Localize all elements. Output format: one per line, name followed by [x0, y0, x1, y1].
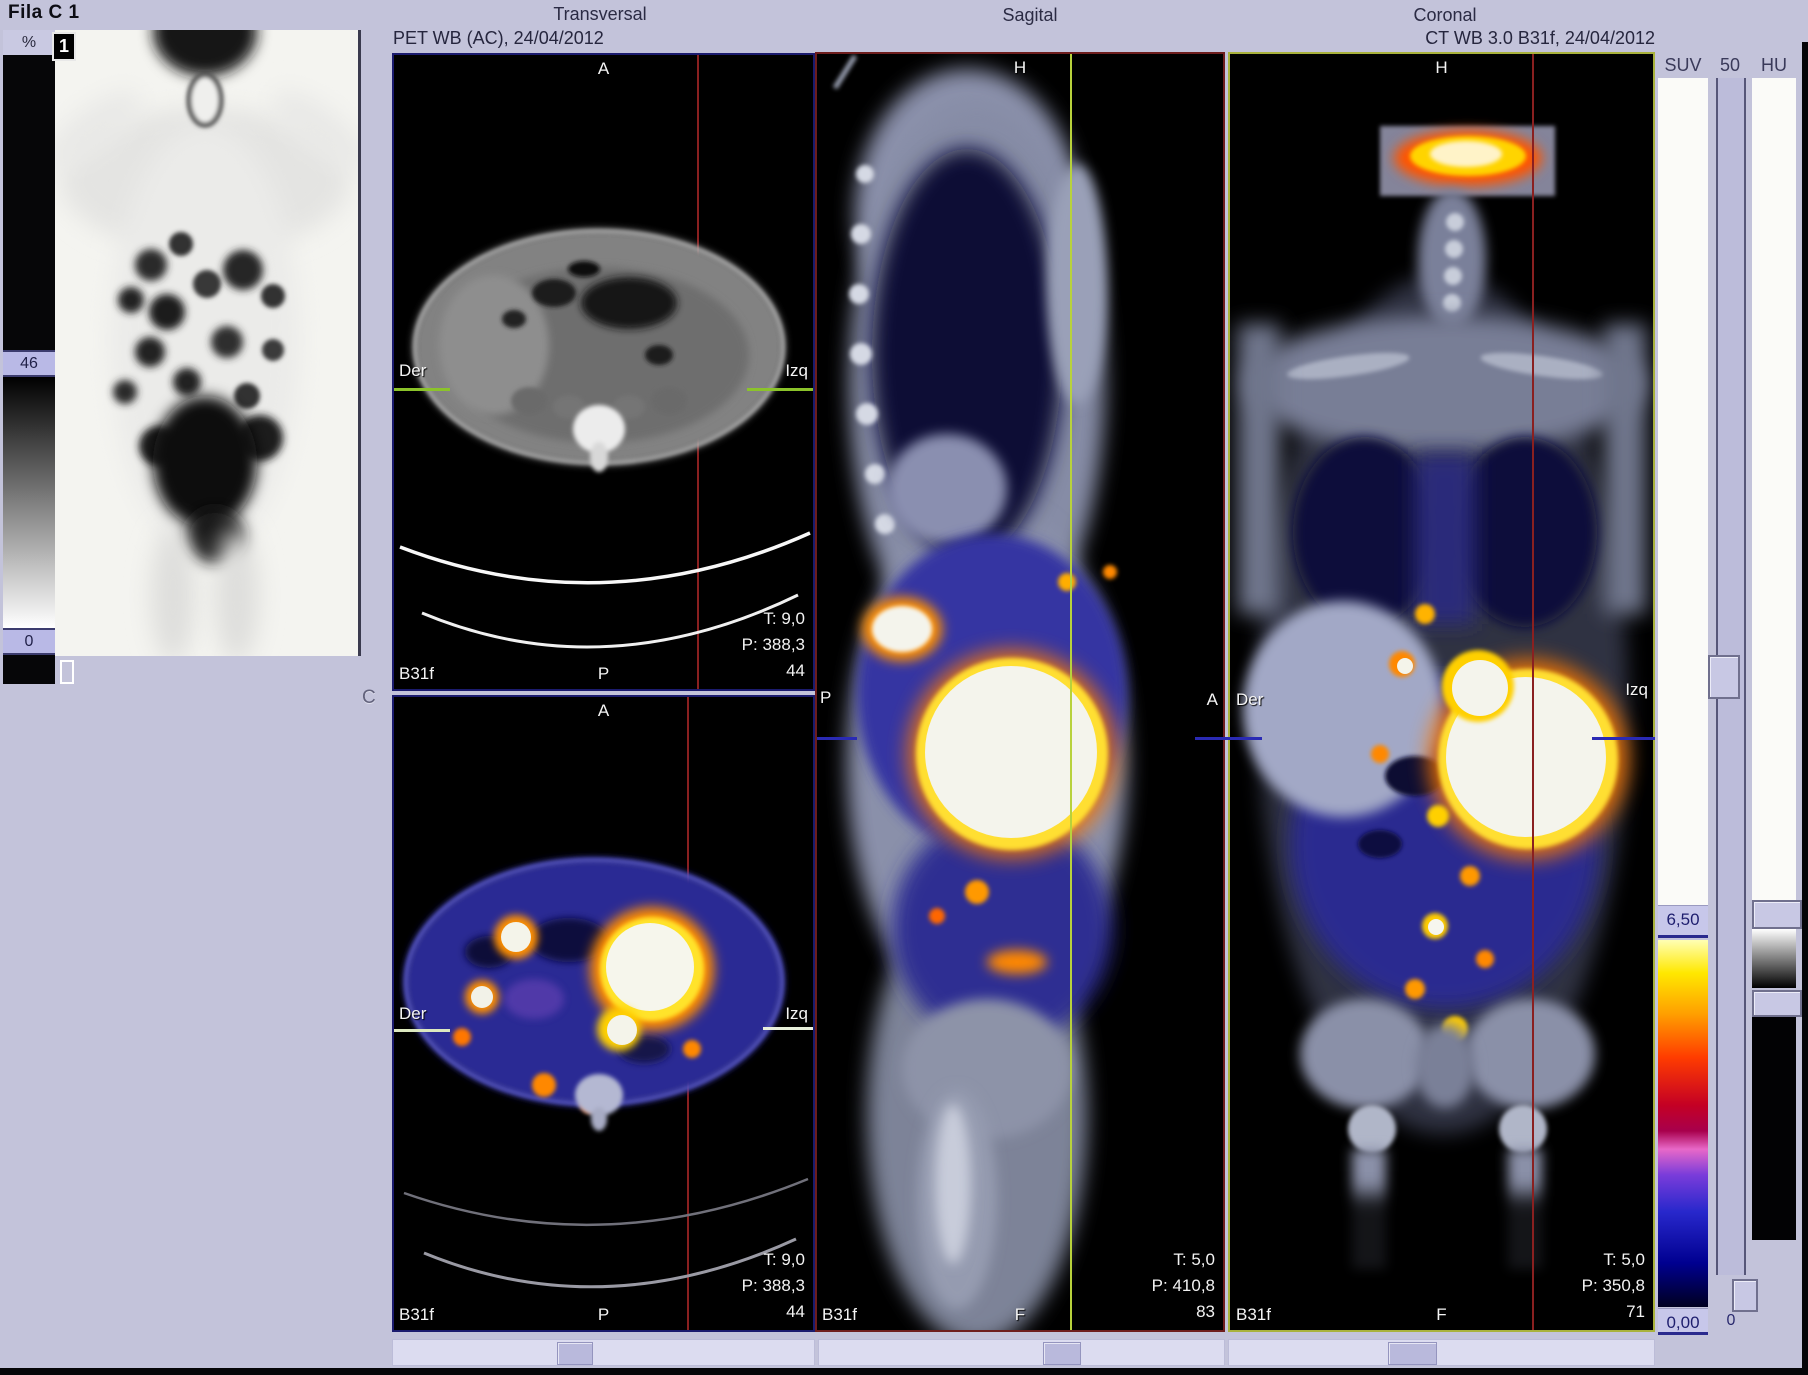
hu-gray-scale[interactable]	[1752, 929, 1796, 988]
mip-gray-gradient[interactable]	[3, 377, 55, 628]
right-edge-strip	[1802, 42, 1808, 1368]
orientation-right-label: Izq	[1625, 680, 1648, 700]
mip-scale-lower-track[interactable]	[3, 655, 55, 684]
scrollbar-thumb[interactable]	[557, 1342, 593, 1365]
orientation-left-label: P	[820, 688, 831, 708]
orientation-right-label: Izq	[785, 361, 808, 381]
orientation-bottom-label: P	[598, 1305, 609, 1325]
orientation-top-label: H	[1014, 58, 1026, 78]
orientation-right-label: Izq	[785, 1004, 808, 1024]
sagittal-scrollbar[interactable]	[818, 1339, 1225, 1366]
orientation-left-label: Der	[1236, 690, 1263, 710]
orientation-top-label: H	[1435, 58, 1447, 78]
suv-max-value[interactable]: 6,50	[1658, 905, 1708, 938]
slice-stats: T: 5,0 P: 350,8 71	[1582, 1247, 1645, 1325]
thickness-label: T: 5,0	[1152, 1247, 1215, 1273]
fused-sagittal-image	[817, 54, 1223, 1330]
scrollbar-thumb[interactable]	[1388, 1342, 1437, 1365]
position-label: P: 388,3	[742, 1273, 805, 1299]
orientation-left-label: Der	[399, 361, 426, 381]
recon-kernel-label: B31f	[822, 1305, 857, 1325]
thickness-label: T: 9,0	[742, 606, 805, 632]
hu-slider-track[interactable]	[1752, 78, 1796, 900]
slice-stats: T: 9,0 P: 388,3 44	[742, 1247, 805, 1325]
mip-wholebody-image	[55, 30, 358, 656]
hu-upper-handle[interactable]	[1752, 900, 1802, 929]
left-axis-tick	[394, 388, 450, 391]
slice-number-label: 44	[742, 658, 805, 684]
right-axis-tick	[747, 388, 813, 391]
mip-scale-knob[interactable]	[60, 660, 74, 684]
mip-scale-min-value[interactable]: 0	[3, 628, 55, 655]
orientation-top-label: A	[598, 59, 609, 79]
mip-image-viewport[interactable]	[55, 30, 361, 656]
ct-series-label: CT WB 3.0 B31f, 24/04/2012	[1425, 28, 1655, 49]
slice-number-label: 71	[1582, 1299, 1645, 1325]
orientation-bottom-label: F	[1015, 1305, 1025, 1325]
coronal-scrollbar[interactable]	[1228, 1339, 1655, 1366]
hu-lower-handle[interactable]	[1752, 990, 1802, 1017]
coronal-column-title: Coronal	[1345, 5, 1545, 26]
suv-color-scale[interactable]	[1658, 940, 1708, 1307]
mip-scale-max-value[interactable]: 46	[3, 350, 55, 377]
ct-axial-image	[394, 55, 813, 689]
suv-min-value[interactable]: 0,00	[1658, 1308, 1708, 1335]
transversal-scrollbar[interactable]	[392, 1339, 815, 1366]
ct-axial-viewport[interactable]: A Der Izq B31f P T: 9,0 P: 388,3 44	[392, 53, 815, 691]
hu-slider-lower-track[interactable]	[1752, 1017, 1796, 1240]
fused-axial-image	[394, 697, 813, 1330]
recon-kernel-label: B31f	[1236, 1305, 1271, 1325]
position-label: P: 350,8	[1582, 1273, 1645, 1299]
transversal-column-title: Transversal	[500, 4, 700, 25]
lower-slider-thumb[interactable]	[1732, 1279, 1758, 1312]
corner-cursor-label: C	[362, 687, 376, 709]
percent-unit-label: %	[3, 30, 55, 55]
window-slider-thumb[interactable]	[1708, 655, 1740, 699]
fused-sagittal-viewport[interactable]: H P A B31f F T: 5,0 P: 410,8 83	[815, 52, 1225, 1332]
suv-slider-track[interactable]	[1658, 78, 1708, 905]
axial-reference-tick	[1195, 737, 1262, 740]
orientation-right-label: A	[1207, 690, 1218, 710]
thickness-label: T: 9,0	[742, 1247, 805, 1273]
right-axis-tick	[763, 1027, 813, 1030]
scrollbar-thumb[interactable]	[1043, 1342, 1081, 1365]
pet-series-label: PET WB (AC), 24/04/2012	[393, 28, 604, 49]
recon-kernel-label: B31f	[399, 1305, 434, 1325]
thickness-label: T: 5,0	[1582, 1247, 1645, 1273]
sagittal-locator-line[interactable]	[1532, 54, 1534, 1330]
recon-kernel-label: B31f	[399, 664, 434, 684]
orientation-left-label: Der	[399, 1004, 426, 1024]
slice-number-label: 44	[742, 1299, 805, 1325]
axial-reference-tick	[1592, 737, 1655, 740]
window-value-label: 50	[1712, 55, 1748, 76]
left-axis-tick	[394, 1029, 450, 1032]
coronal-locator-line[interactable]	[1070, 54, 1072, 1330]
orientation-bottom-label: F	[1436, 1305, 1446, 1325]
slice-stats: T: 5,0 P: 410,8 83	[1152, 1247, 1215, 1325]
slice-number-label: 83	[1152, 1299, 1215, 1325]
window-title: Fila C 1	[8, 2, 80, 24]
orientation-bottom-label: P	[598, 664, 609, 684]
fused-axial-viewport[interactable]: A Der Izq B31f P T: 9,0 P: 388,3 44	[392, 695, 815, 1332]
hu-scale-label: HU	[1752, 55, 1796, 76]
position-label: P: 388,3	[742, 632, 805, 658]
mip-grayscale-bar[interactable]: % 46 0	[3, 30, 55, 684]
bottom-edge-strip	[0, 1368, 1808, 1375]
sagittal-column-title: Sagital	[930, 5, 1130, 26]
slice-stats: T: 9,0 P: 388,3 44	[742, 606, 805, 684]
window-min-value: 0	[1716, 1312, 1746, 1330]
frame-number-badge: 1	[52, 32, 76, 61]
fused-coronal-image	[1230, 54, 1653, 1330]
mip-scale-upper-track[interactable]	[3, 55, 55, 375]
fused-coronal-viewport[interactable]: H Der Izq B31f F T: 5,0 P: 350,8 71	[1228, 52, 1655, 1332]
axial-reference-tick	[817, 737, 857, 740]
suv-scale-label: SUV	[1658, 55, 1708, 76]
orientation-top-label: A	[598, 701, 609, 721]
position-label: P: 410,8	[1152, 1273, 1215, 1299]
